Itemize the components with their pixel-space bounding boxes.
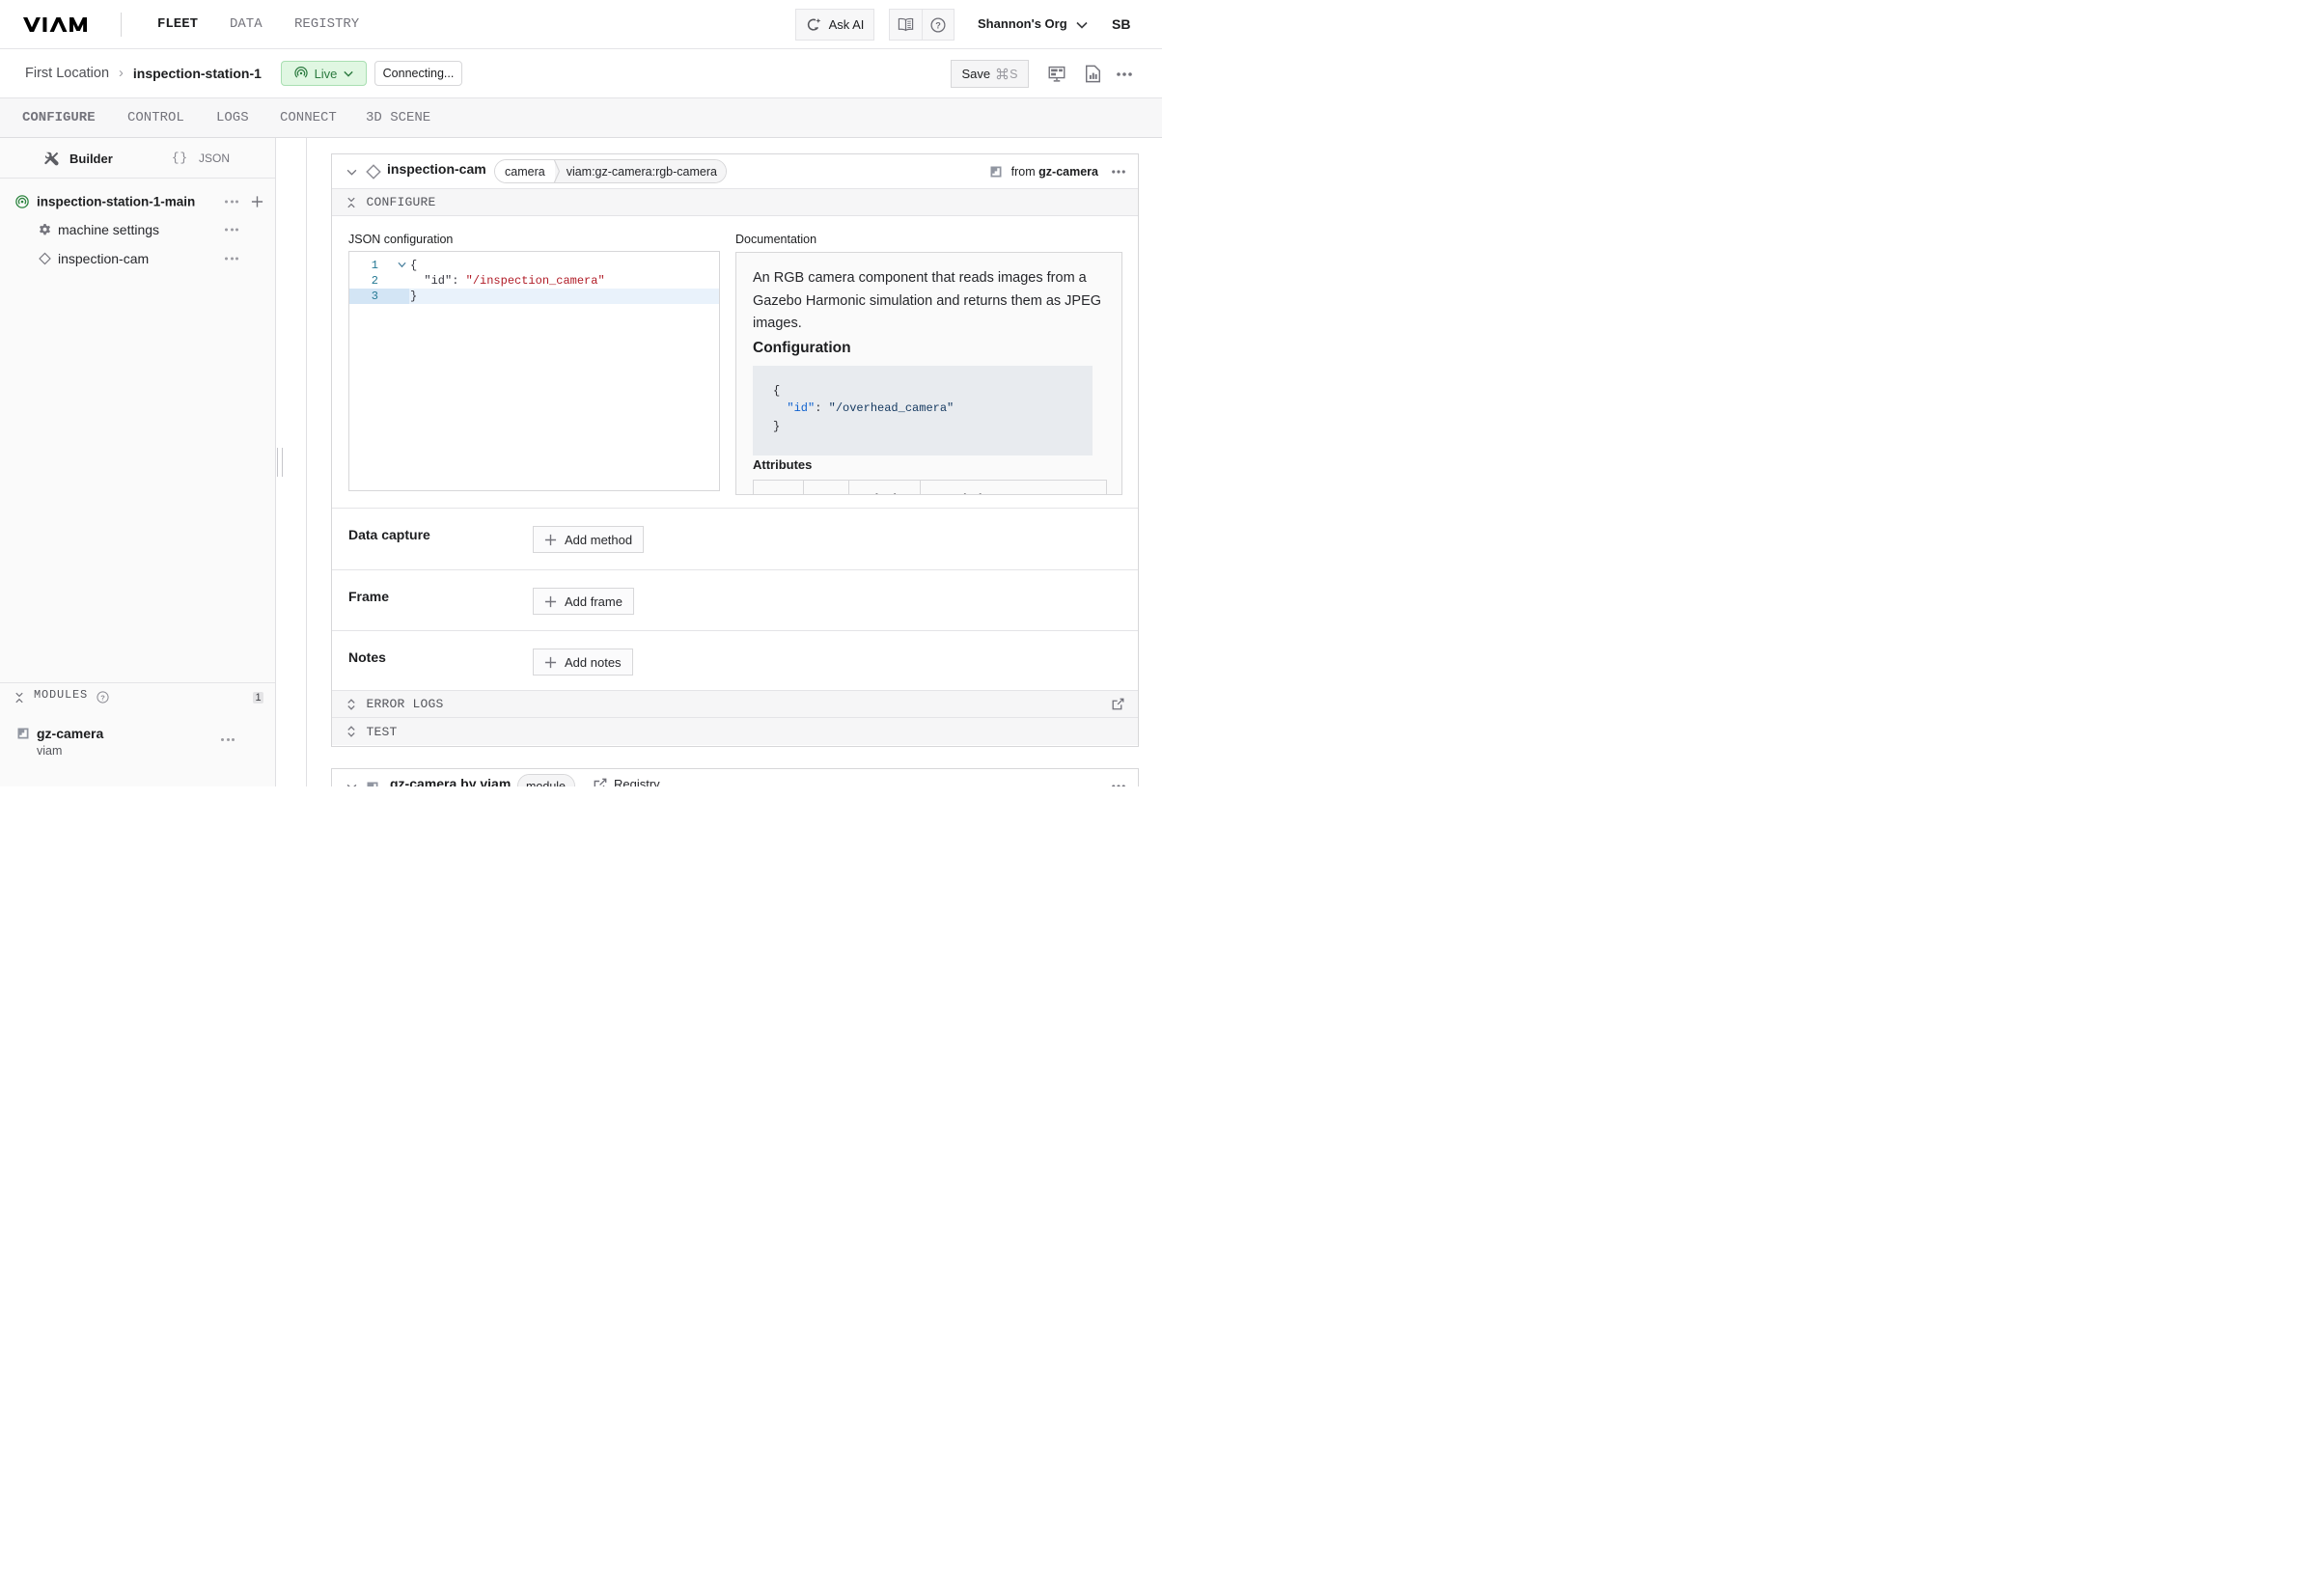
svg-text:?: ? (935, 20, 941, 30)
svg-text:?: ? (100, 693, 105, 702)
